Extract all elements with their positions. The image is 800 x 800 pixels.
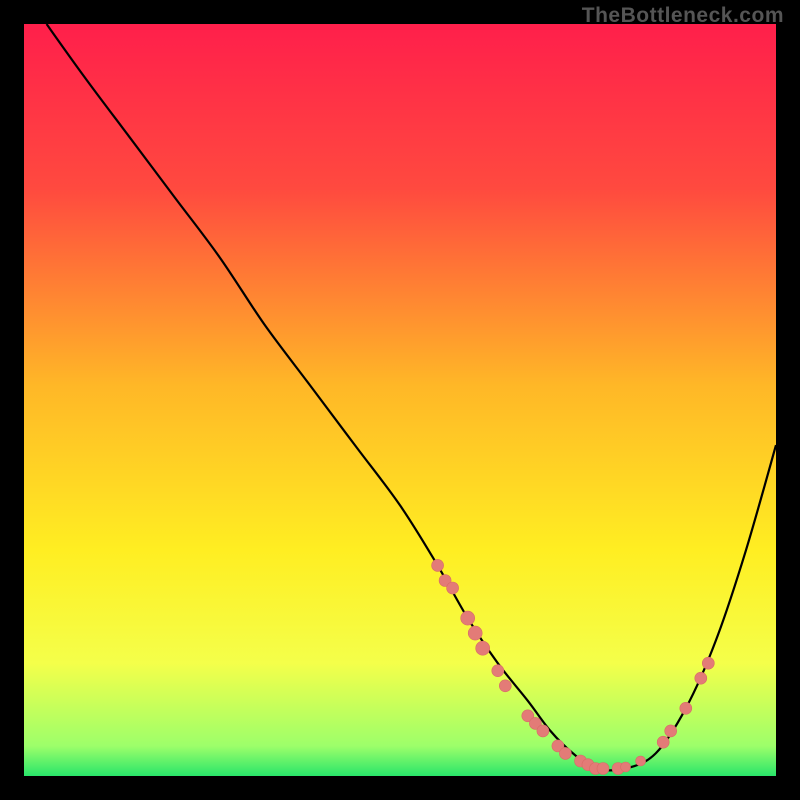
data-marker [597, 763, 609, 775]
chart-background [24, 24, 776, 776]
data-marker [499, 680, 511, 692]
data-marker [476, 641, 490, 655]
data-marker [461, 611, 475, 625]
data-marker [636, 756, 646, 766]
data-marker [492, 665, 504, 677]
watermark: TheBottleneck.com [582, 4, 784, 28]
data-marker [665, 725, 677, 737]
data-marker [559, 747, 571, 759]
chart-area [24, 24, 776, 776]
data-marker [468, 626, 482, 640]
data-marker [537, 725, 549, 737]
chart-svg [24, 24, 776, 776]
data-marker [695, 672, 707, 684]
data-marker [657, 736, 669, 748]
data-marker [447, 582, 459, 594]
data-marker [432, 559, 444, 571]
data-marker [680, 702, 692, 714]
data-marker [702, 657, 714, 669]
data-marker [621, 762, 631, 772]
